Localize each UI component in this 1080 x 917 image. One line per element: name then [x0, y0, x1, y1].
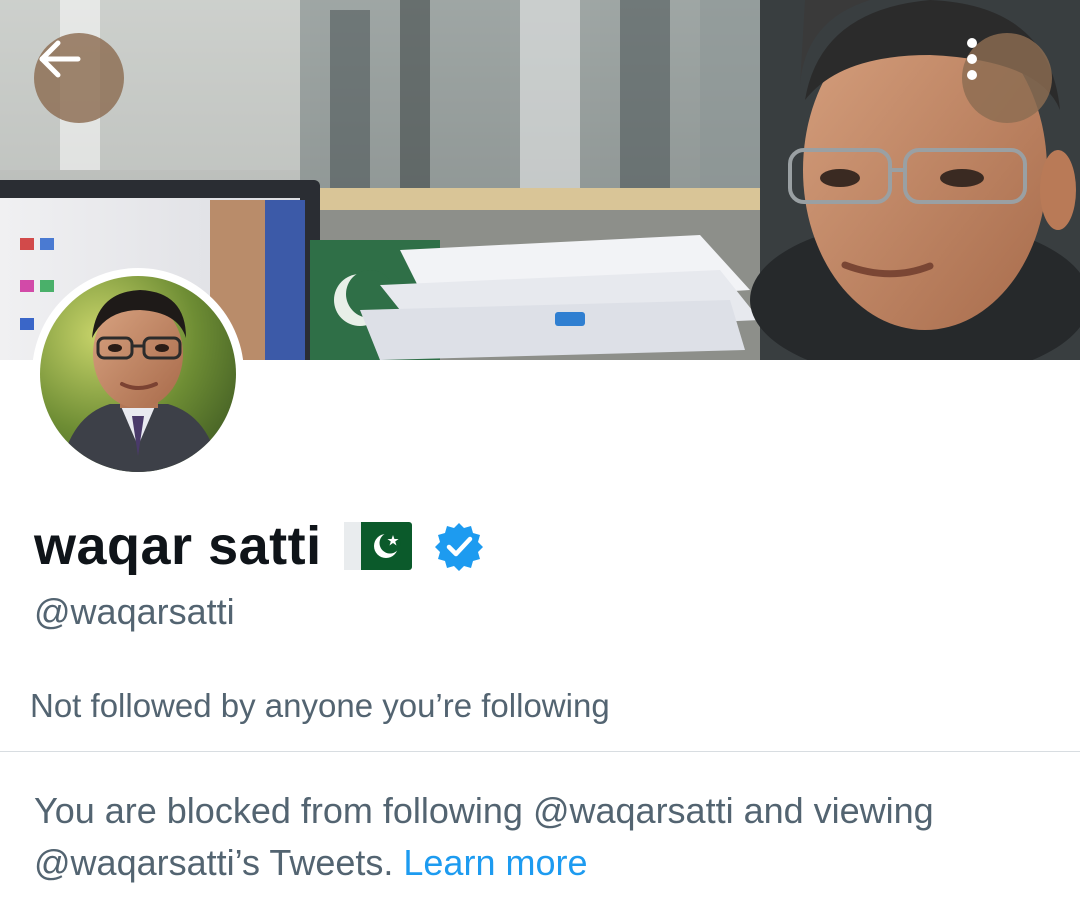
followed-by-text: Not followed by anyone you’re following: [30, 687, 610, 724]
user-handle: @waqarsatti: [34, 591, 235, 632]
display-name: waqar satti: [34, 516, 322, 576]
arrow-left-icon: [39, 40, 81, 78]
more-options-button[interactable]: [962, 33, 1052, 123]
back-button[interactable]: [34, 33, 124, 123]
avatar-photo: [40, 276, 236, 472]
pakistan-flag-icon: [343, 522, 412, 570]
divider: [0, 751, 1080, 752]
blocked-notice: You are blocked from following @waqarsat…: [34, 785, 1054, 889]
vertical-dots-icon: [967, 38, 977, 80]
verified-badge-icon: [434, 523, 483, 571]
name-row: waqar satti: [34, 510, 484, 582]
profile-avatar[interactable]: [32, 268, 244, 480]
learn-more-link[interactable]: Learn more: [403, 842, 587, 883]
profile-page: waqar satti @waqarsatti Not followed by …: [0, 0, 1080, 917]
